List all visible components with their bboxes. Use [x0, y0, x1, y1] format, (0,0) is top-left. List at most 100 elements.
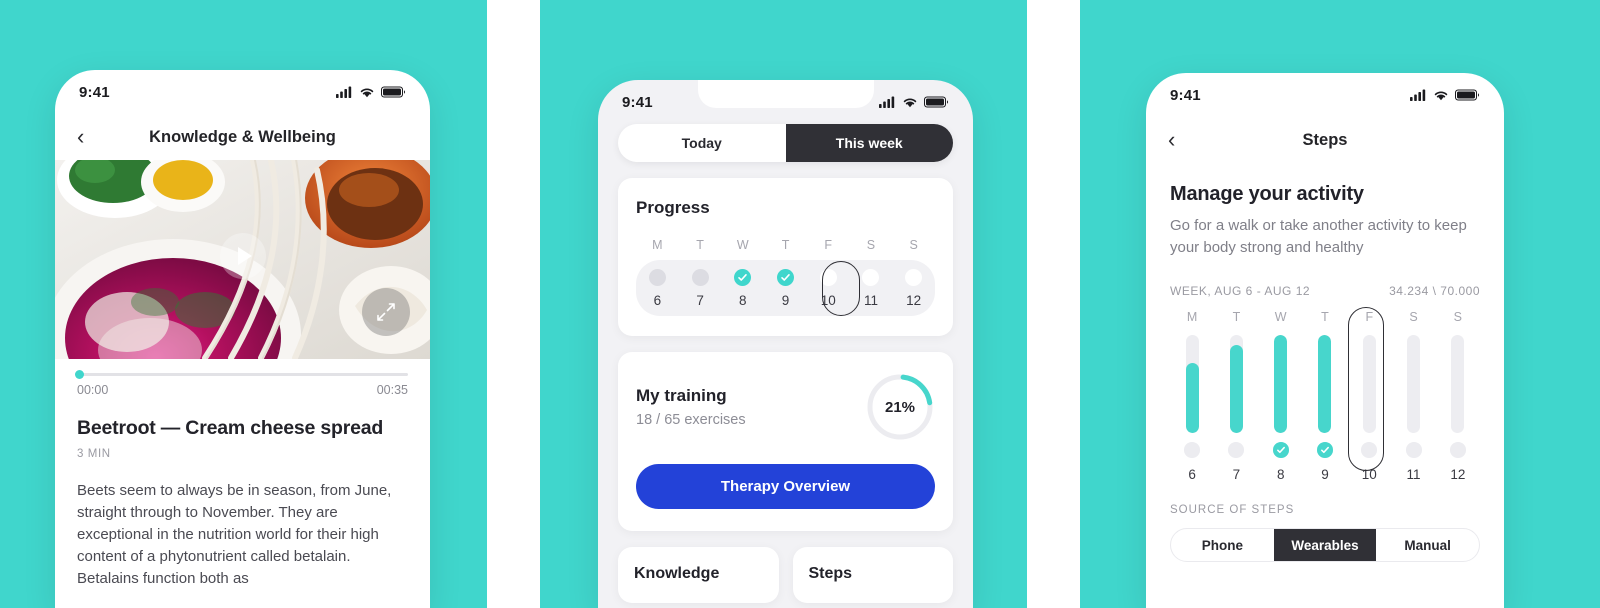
chart-weekday: T: [1321, 310, 1329, 324]
chart-column-8[interactable]: W 8: [1259, 310, 1303, 482]
day-status-dot: [905, 269, 923, 286]
therapy-overview-button[interactable]: Therapy Overview: [636, 464, 935, 509]
bar-fill: [1318, 335, 1332, 434]
steps-count: 34.234 \ 70.000: [1389, 284, 1480, 298]
video-progress[interactable]: 00:00 00:35: [55, 359, 430, 397]
day-item-6[interactable]: 6: [636, 269, 679, 308]
training-summary: My training 18 / 65 exercises 21%: [636, 372, 935, 442]
bar-track: [1274, 335, 1288, 434]
bar-track: [1185, 335, 1199, 434]
phone-knowledge-wellbeing: 9:41 ‹ Knowledge & Wellbeing 00:00 00:35…: [55, 70, 430, 608]
day-item-8[interactable]: 8: [721, 269, 764, 308]
chart-column-11[interactable]: S 11: [1391, 310, 1435, 482]
chevron-left-icon[interactable]: ‹: [1168, 129, 1190, 151]
video-player[interactable]: [55, 160, 430, 359]
tab-today[interactable]: Today: [618, 124, 786, 162]
source-option-manual[interactable]: Manual: [1376, 529, 1479, 561]
card-knowledge[interactable]: Knowledge: [618, 547, 779, 603]
chart-weekday: S: [1453, 310, 1462, 324]
page-title: Knowledge & Wellbeing: [149, 127, 336, 146]
chart-column-7[interactable]: T 7: [1214, 310, 1258, 482]
expand-fullscreen-icon: [377, 303, 395, 321]
bar-track: [1229, 335, 1243, 434]
training-percent: 21%: [884, 398, 916, 416]
video-timestamps: 00:00 00:35: [77, 383, 408, 397]
period-segmented-control[interactable]: Today This week: [618, 124, 953, 162]
source-of-steps-label: SOURCE OF STEPS: [1170, 504, 1295, 516]
bar-track: [1451, 335, 1465, 434]
day-number: 12: [906, 293, 922, 308]
source-option-wearables[interactable]: Wearables: [1273, 529, 1377, 561]
section-heading: Manage your activity: [1170, 183, 1364, 205]
week-summary: WEEK, AUG 6 - AUG 12 34.234 \ 70.000: [1170, 284, 1480, 298]
training-text: My training 18 / 65 exercises: [636, 386, 746, 428]
day-number: 6: [653, 293, 662, 308]
check-circle-icon: [1316, 442, 1333, 458]
wifi-icon: [1434, 91, 1448, 101]
chart-weekday: M: [1186, 310, 1198, 324]
wifi-icon: [360, 88, 374, 98]
day-status-dot: [862, 269, 880, 286]
chart-weekday: S: [1409, 310, 1418, 324]
status-bar: 9:41: [598, 80, 973, 124]
chart-column-12[interactable]: S 12: [1436, 310, 1480, 482]
weekday-label: M: [652, 238, 663, 252]
play-icon: [237, 247, 252, 265]
play-button[interactable]: [219, 233, 266, 279]
card-steps[interactable]: Steps: [792, 547, 953, 603]
chart-day-number: 9: [1321, 467, 1329, 482]
status-icons: [1410, 89, 1480, 101]
chart-column-6[interactable]: M 6: [1170, 310, 1214, 482]
weekday-label: S: [866, 238, 876, 252]
training-card: My training 18 / 65 exercises 21% Therap…: [618, 352, 953, 531]
check-circle-icon: [777, 269, 795, 286]
selected-day-highlight: [1348, 307, 1384, 471]
check-circle-icon: [1272, 442, 1289, 458]
steps-bar-chart: M 6 T 7 W 8 T 9 F 10 S 11 S 12: [1170, 307, 1480, 482]
chevron-left-icon[interactable]: ‹: [77, 126, 99, 148]
check-icon: [738, 274, 748, 281]
status-icons: [336, 86, 406, 98]
article-title: Beetroot — Cream cheese spread: [77, 417, 384, 439]
fullscreen-button[interactable]: [362, 288, 410, 336]
chart-weekday: T: [1232, 310, 1241, 324]
chart-day-number: 11: [1406, 467, 1421, 482]
progress-card-title: Progress: [636, 198, 710, 217]
training-progress-ring: 21%: [865, 372, 935, 442]
weekday-label: T: [781, 238, 790, 252]
cellular-signal-icon: [336, 86, 352, 98]
status-time: 9:41: [79, 83, 110, 101]
video-progress-track[interactable]: [75, 370, 408, 379]
cellular-signal-icon: [1410, 89, 1426, 101]
chart-status-dot: [1228, 442, 1245, 458]
article: Beetroot — Cream cheese spread 3 MIN Bee…: [55, 397, 430, 590]
day-number: 9: [781, 293, 790, 308]
day-number: 7: [696, 293, 704, 308]
chart-weekday: W: [1274, 310, 1287, 324]
screenshot-stage: 9:41 ‹ Knowledge & Wellbeing 00:00 00:35…: [0, 0, 1600, 608]
weekday-label: S: [909, 238, 918, 252]
cellular-signal-icon: [879, 96, 895, 108]
chart-status-dot: [1405, 442, 1422, 458]
day-number: 8: [739, 293, 747, 308]
chart-column-9[interactable]: T 9: [1303, 310, 1347, 482]
check-circle-icon: [734, 269, 752, 286]
battery-icon: [924, 96, 949, 108]
source-option-phone[interactable]: Phone: [1171, 529, 1274, 561]
card-knowledge-title: Knowledge: [634, 565, 720, 582]
battery-icon: [381, 86, 406, 98]
battery-icon: [1455, 89, 1480, 101]
check-icon: [781, 274, 790, 281]
week-range-label: WEEK, AUG 6 - AUG 12: [1170, 284, 1311, 298]
status-icons: [879, 96, 949, 108]
day-item-9[interactable]: 9: [764, 269, 807, 308]
video-progress-knob[interactable]: [75, 370, 84, 379]
training-subtitle: 18 / 65 exercises: [636, 412, 746, 428]
tab-this-week[interactable]: This week: [785, 124, 953, 162]
day-item-12[interactable]: 12: [892, 269, 935, 308]
nav-bar: ‹ Steps: [1146, 117, 1504, 163]
source-segmented-control[interactable]: Phone Wearables Manual: [1170, 528, 1480, 562]
notch: [697, 80, 874, 108]
day-item-7[interactable]: 7: [679, 269, 722, 308]
check-icon: [1321, 447, 1329, 454]
